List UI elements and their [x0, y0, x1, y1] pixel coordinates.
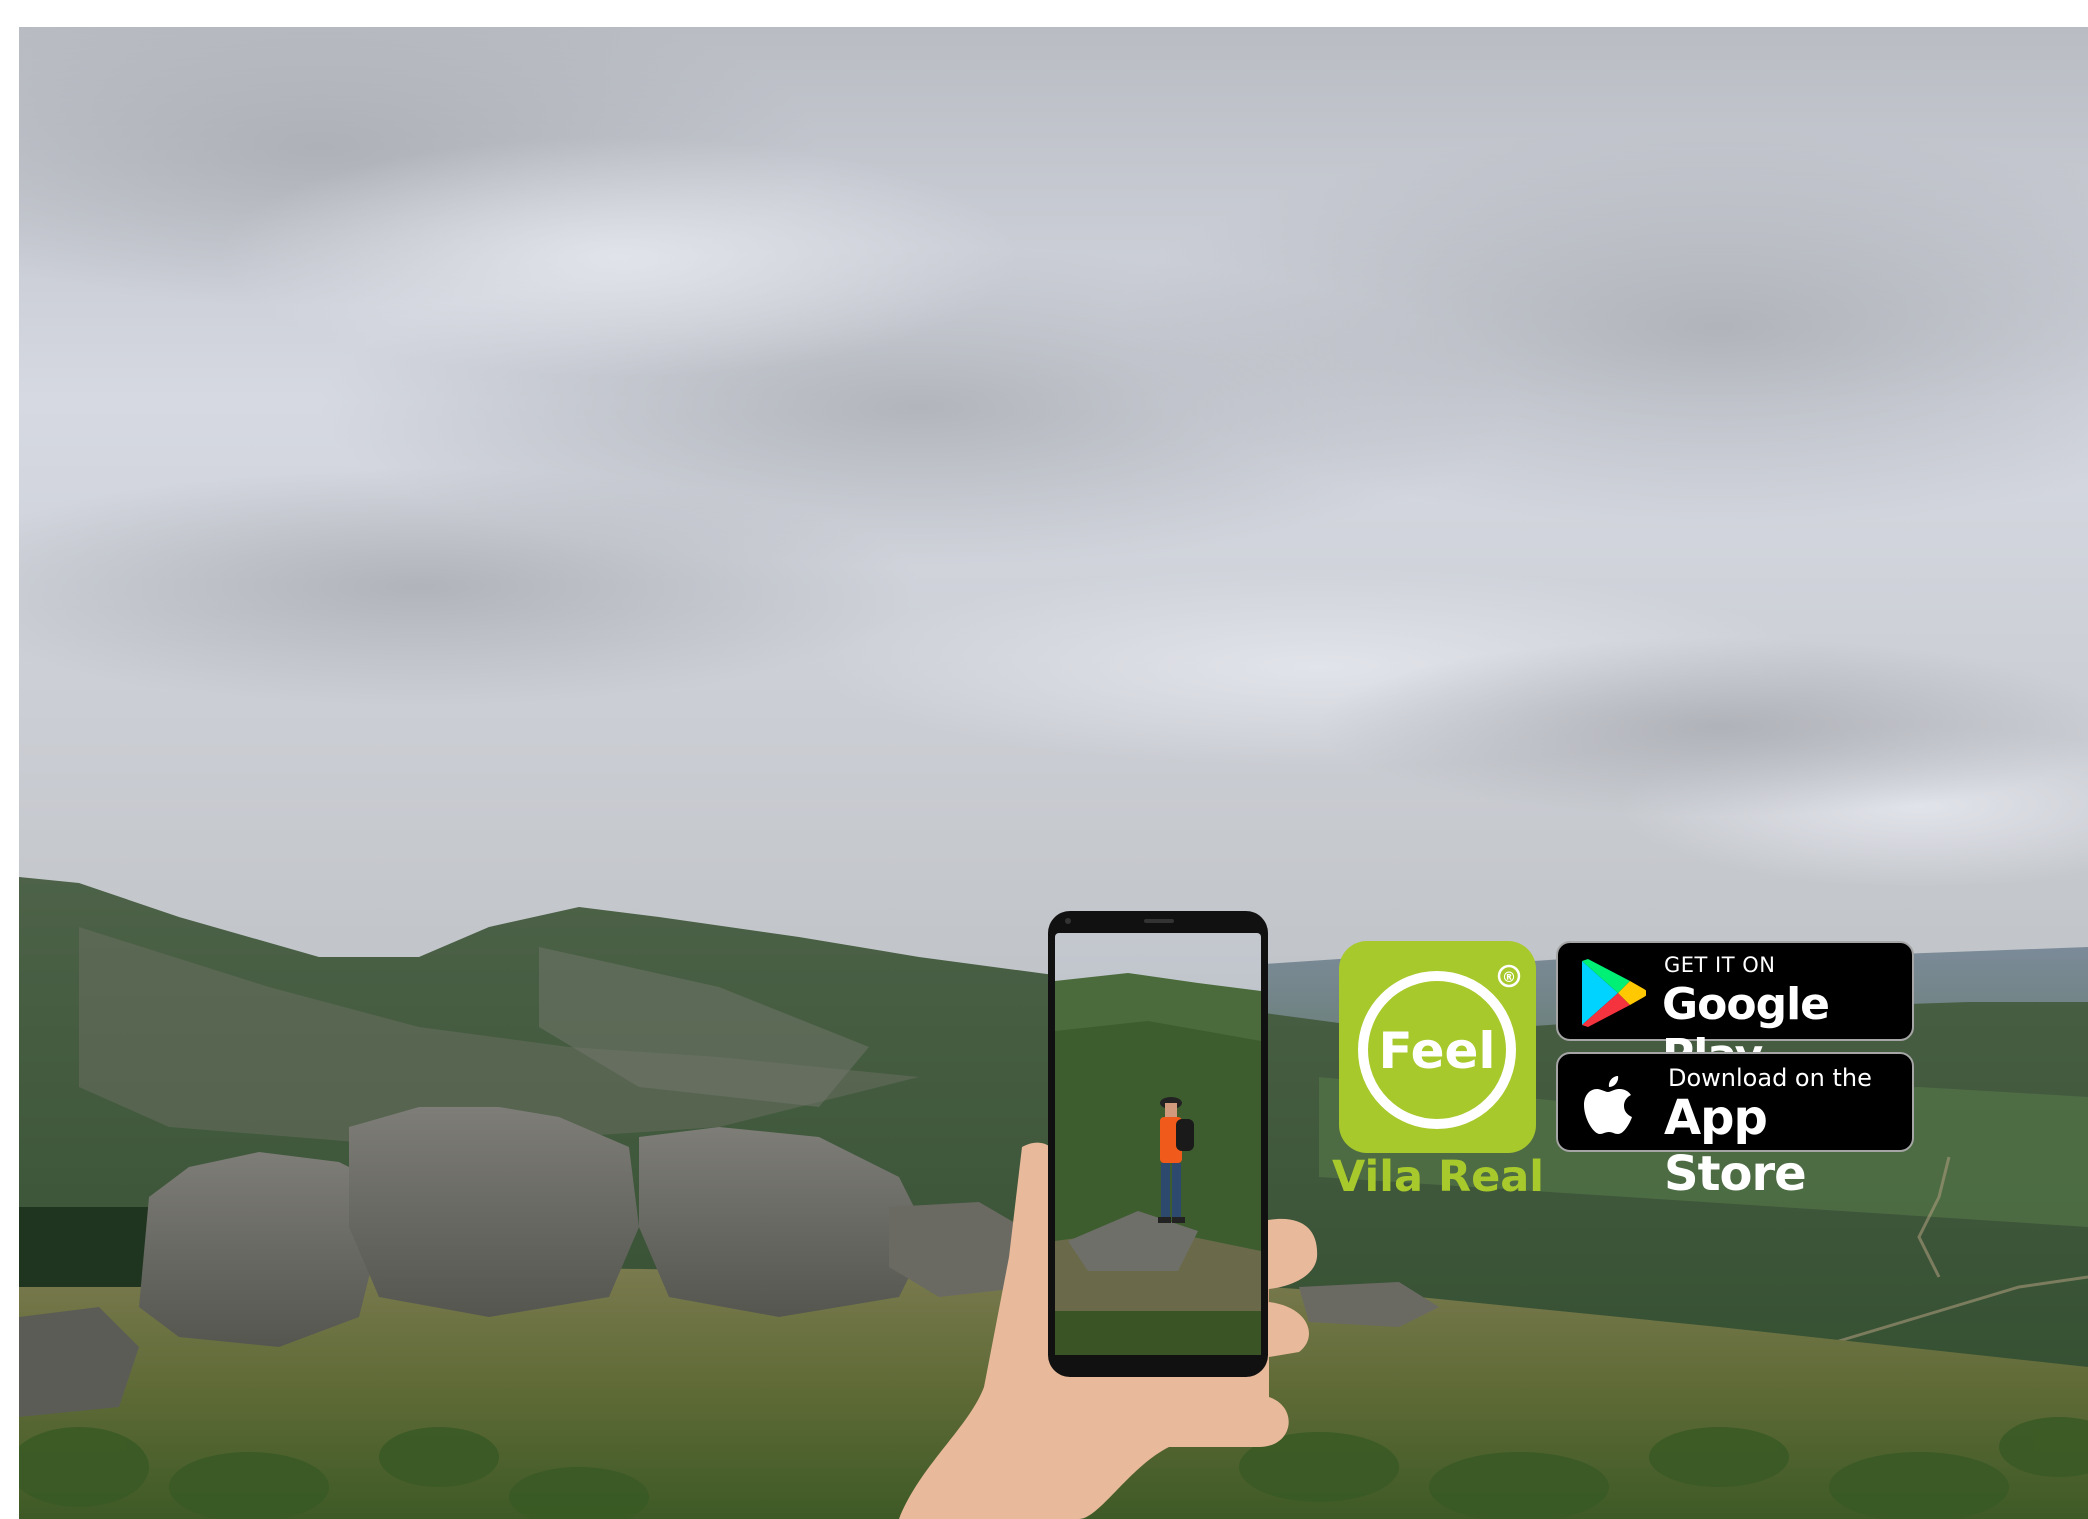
- app-name-label: Vila Real: [1331, 1152, 1545, 1202]
- google-play-icon: [1582, 959, 1646, 1027]
- google-play-badge[interactable]: GET IT ON Google Play: [1556, 941, 1914, 1081]
- feel-logo-text: Feel: [1378, 1022, 1495, 1080]
- app-store-badge[interactable]: Download on the App Store: [1556, 1052, 1914, 1202]
- landscape-photo: [19, 27, 2088, 1519]
- feel-app-icon[interactable]: Feel ®: [1339, 941, 1536, 1153]
- registered-mark: ®: [1502, 970, 1516, 986]
- feel-logo-icon: Feel ®: [1339, 941, 1536, 1153]
- phone-screen-image: [1048, 911, 1268, 1377]
- app-store-small-text: Download on the: [1668, 1064, 1872, 1092]
- app-store-big-text: App Store: [1664, 1090, 1807, 1202]
- smartphone: [1048, 911, 1268, 1377]
- apple-icon: [1584, 1076, 1632, 1134]
- google-play-small-text: GET IT ON: [1664, 953, 1776, 977]
